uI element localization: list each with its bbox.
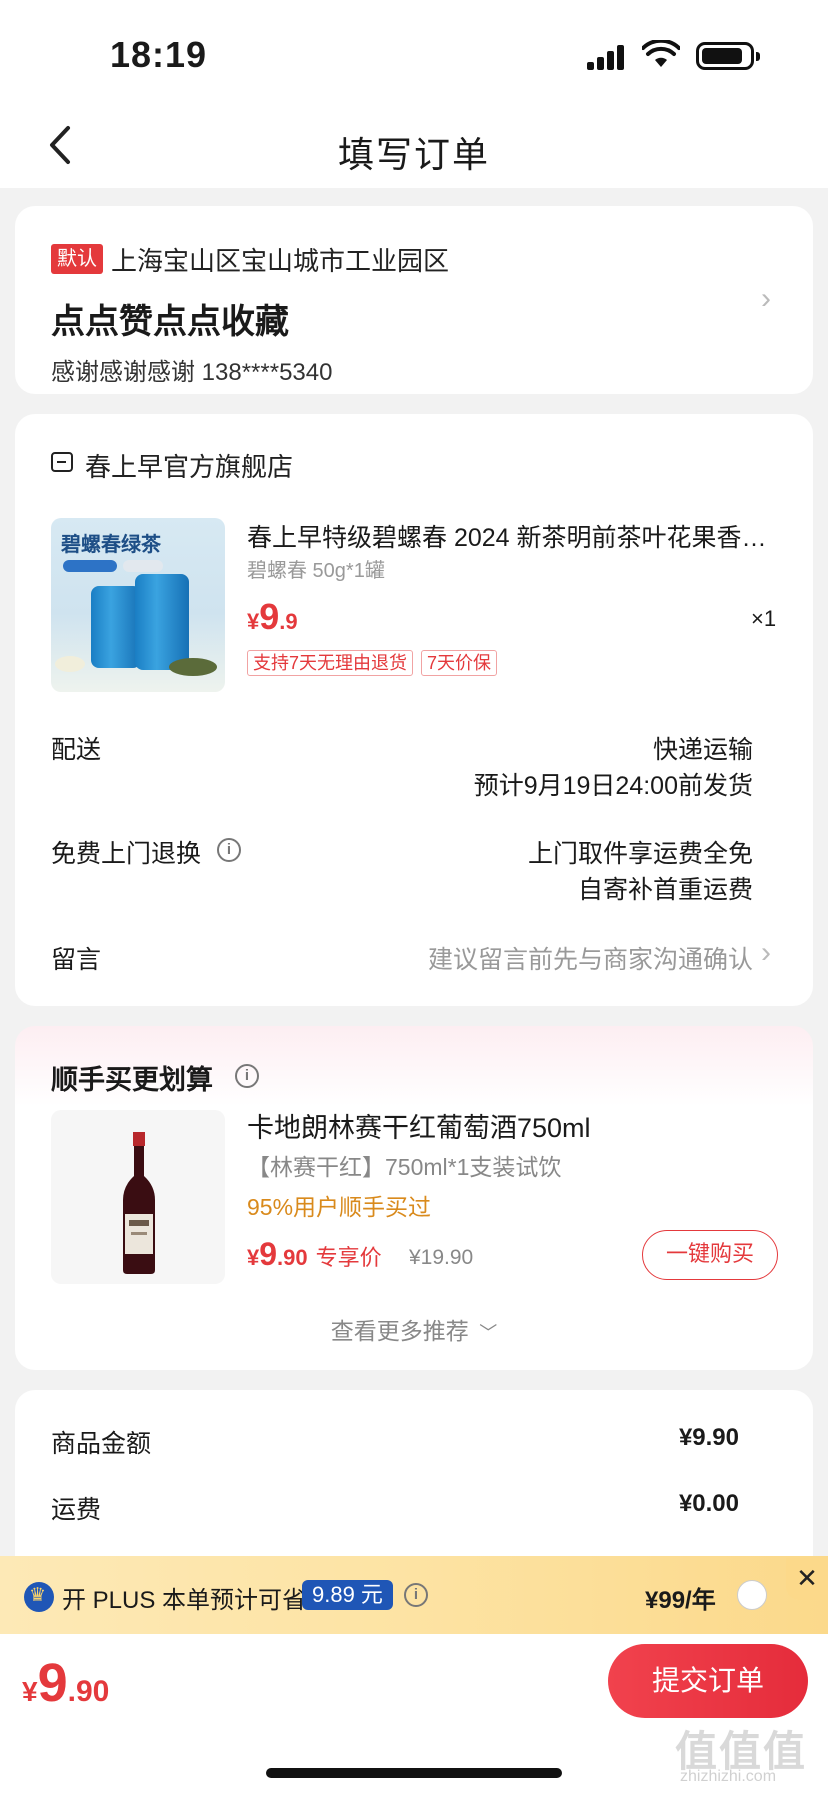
signal-icon	[587, 44, 627, 70]
recommend-card: 顺手买更划算 i 卡地朗林赛干红葡萄酒750ml 【林赛干红】750ml*1支装…	[15, 1026, 813, 1370]
info-icon[interactable]: i	[217, 838, 241, 862]
address-detail: 点点赞点点收藏	[51, 303, 289, 341]
goods-amount-value: ¥9.90	[678, 1424, 739, 1451]
radio-icon[interactable]	[737, 1580, 767, 1610]
shop-card: 春上早官方旗舰店 碧螺春绿茶 春上早特级碧螺春 2024 新茶明前茶叶花果香… …	[15, 414, 813, 1006]
plus-saving-badge: 9.89 元	[302, 1580, 393, 1610]
total-price: ¥9.90	[22, 1653, 110, 1713]
plus-price: ¥99/年	[645, 1587, 716, 1614]
address-region: 上海宝山区宝山城市工业园区	[111, 246, 450, 276]
delivery-eta: 预计9月19日24:00前发货	[473, 772, 753, 800]
tag-price-protect: 7天价保	[421, 650, 498, 676]
close-icon[interactable]: ✕	[786, 1558, 828, 1600]
product-quantity: ×1	[751, 606, 777, 631]
one-click-buy-button[interactable]: 一键购买	[642, 1230, 778, 1280]
default-tag: 默认	[51, 244, 103, 274]
recommend-title: 顺手买更划算	[51, 1065, 213, 1095]
message-input[interactable]: 建议留言前先与商家沟通确认	[428, 940, 753, 976]
product-price: ¥9.9	[247, 596, 298, 637]
page-title: 填写订单	[337, 134, 490, 175]
delivery-method: 快递运输	[652, 736, 753, 764]
recommend-original-price: ¥19.90	[409, 1246, 474, 1269]
shipping-value: ¥0.00	[678, 1490, 739, 1517]
shop-name[interactable]: 春上早官方旗舰店	[85, 447, 293, 484]
wine-bottle-icon	[123, 1132, 155, 1274]
recommend-price: ¥9.90 专享价	[247, 1236, 382, 1272]
message-label: 留言	[51, 946, 102, 974]
shop-icon	[51, 452, 73, 472]
recommend-product-name[interactable]: 卡地朗林赛干红葡萄酒750ml	[247, 1106, 591, 1145]
wifi-icon	[642, 40, 680, 67]
tag-return: 支持7天无理由退货	[247, 650, 414, 676]
address-contact: 感谢感谢感谢 138****5340	[51, 359, 333, 386]
product-spec: 碧螺春 50g*1罐	[247, 560, 385, 582]
submit-order-button[interactable]: 提交订单	[608, 1644, 808, 1718]
return-line2: 自寄补首重运费	[577, 876, 753, 904]
product-image[interactable]: 碧螺春绿茶	[51, 518, 225, 692]
crown-icon	[24, 1582, 54, 1612]
chevron-right-icon: ›	[761, 282, 771, 315]
address-card[interactable]: 默认 上海宝山区宝山城市工业园区 点点赞点点收藏 感谢感谢感谢 138****5…	[15, 206, 813, 394]
bottom-bar: ¥9.90 提交订单 值值值 zhizhizhi.com	[0, 1634, 828, 1795]
info-icon[interactable]: i	[235, 1064, 259, 1088]
chevron-down-icon: ﹀	[479, 1323, 498, 1343]
home-indicator	[266, 1768, 562, 1778]
status-time: 18:19	[110, 34, 208, 75]
info-icon[interactable]: i	[404, 1583, 428, 1607]
product-image-text: 碧螺春绿茶	[61, 532, 161, 556]
goods-amount-label: 商品金额	[51, 1430, 152, 1458]
chevron-right-icon: ›	[761, 936, 771, 969]
plus-banner[interactable]: 开 PLUS 本单预计可省 9.89 元 i ¥99/年 ✕	[0, 1556, 828, 1634]
more-recommend-link[interactable]: 查看更多推荐 ﹀	[15, 1312, 813, 1346]
return-label: 免费上门退换	[51, 840, 202, 868]
shipping-label: 运费	[51, 1496, 102, 1524]
plus-text: 开 PLUS 本单预计可省	[62, 1587, 307, 1614]
battery-icon	[696, 42, 760, 70]
recommend-social-proof: 95%用户顺手买过	[247, 1194, 432, 1220]
wine-image[interactable]	[51, 1110, 225, 1284]
watermark-url: zhizhizhi.com	[680, 1768, 777, 1785]
product-title[interactable]: 春上早特级碧螺春 2024 新茶明前茶叶花果香…	[247, 518, 787, 554]
top-bar: 18:19 填写订单	[0, 0, 828, 188]
return-line1: 上门取件享运费全免	[527, 840, 753, 868]
recommend-product-spec: 【林赛干红】750ml*1支装试饮	[247, 1154, 562, 1180]
more-recommend-label: 查看更多推荐	[330, 1318, 469, 1344]
delivery-label: 配送	[51, 736, 102, 764]
